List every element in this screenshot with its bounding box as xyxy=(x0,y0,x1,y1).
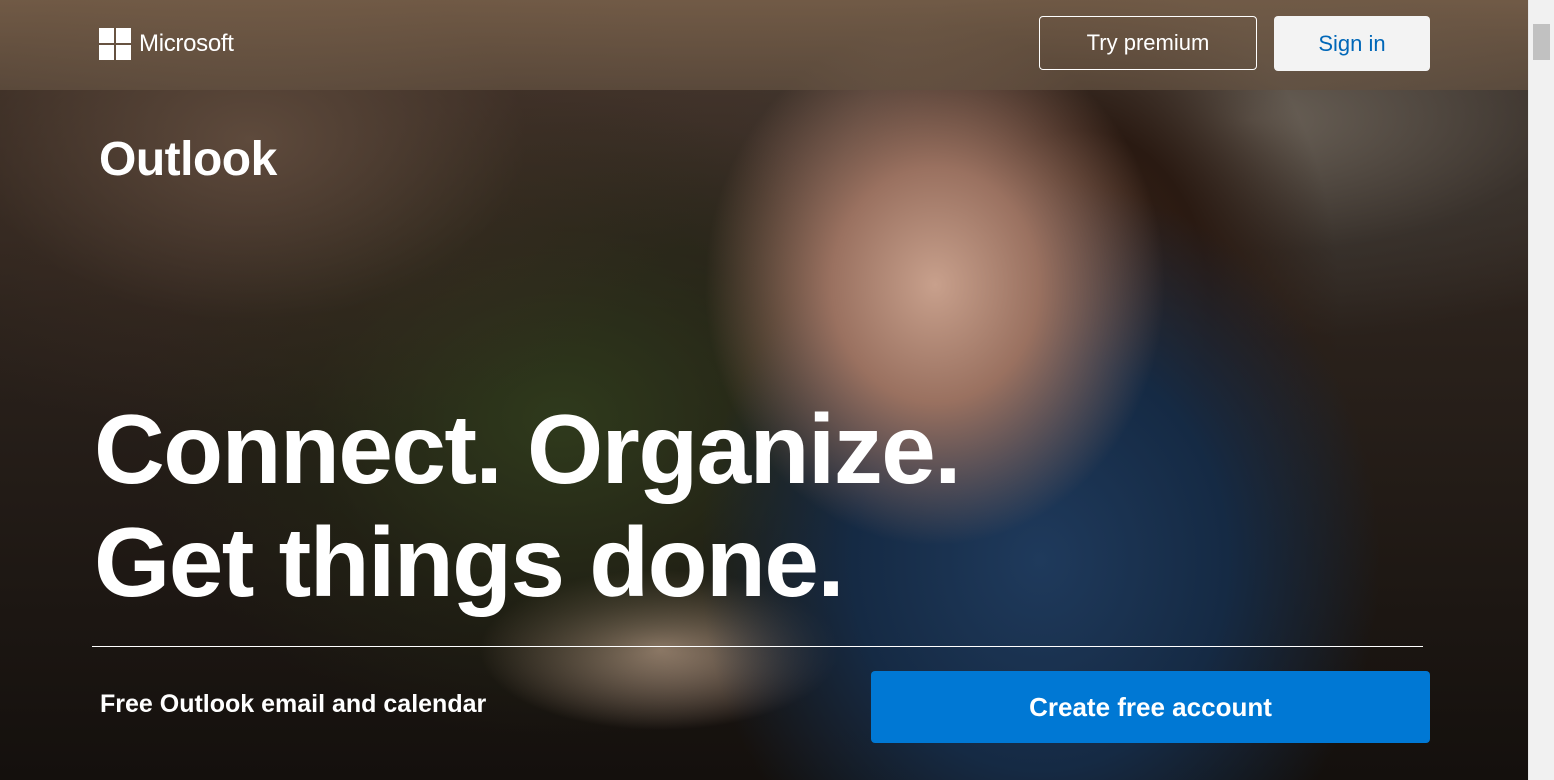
create-free-account-button[interactable]: Create free account xyxy=(871,671,1430,743)
hero-headline: Connect. Organize. Get things done. xyxy=(94,393,962,619)
microsoft-brand-text: Microsoft xyxy=(139,30,234,57)
microsoft-logo-icon xyxy=(99,28,131,60)
hero-divider xyxy=(92,646,1423,647)
hero-subtext: Free Outlook email and calendar xyxy=(100,690,487,718)
headline-line-1: Connect. Organize. xyxy=(94,394,962,504)
vertical-scrollbar[interactable] xyxy=(1528,0,1554,780)
product-title: Outlook xyxy=(99,133,277,186)
sign-in-button[interactable]: Sign in xyxy=(1274,16,1430,71)
top-header: Microsoft Try premium Sign in xyxy=(0,0,1528,90)
headline-line-2: Get things done. xyxy=(94,507,845,617)
try-premium-button[interactable]: Try premium xyxy=(1039,16,1257,70)
microsoft-logo[interactable]: Microsoft xyxy=(99,28,234,60)
outlook-landing-page: Microsoft Try premium Sign in Outlook Co… xyxy=(0,0,1528,780)
scrollbar-thumb[interactable] xyxy=(1533,24,1550,60)
